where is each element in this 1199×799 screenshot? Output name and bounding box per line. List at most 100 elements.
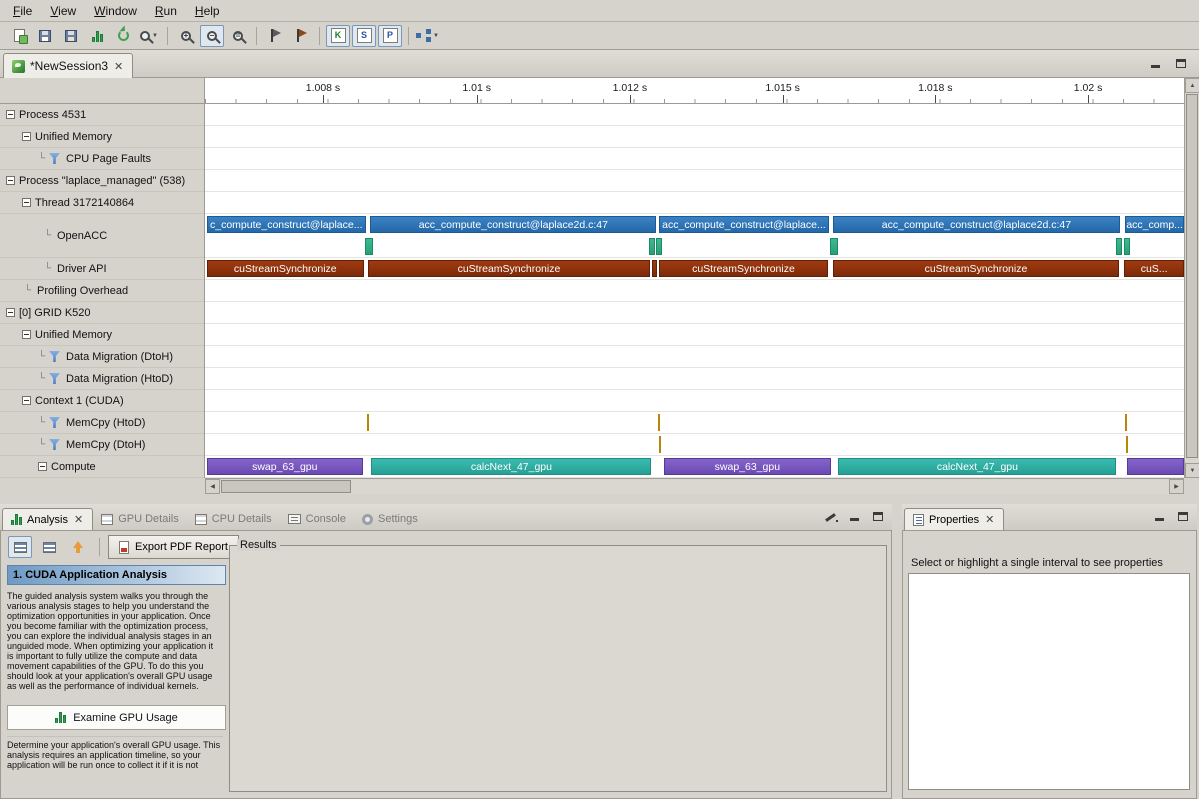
tree-row-unified-memory-host[interactable]: Unified Memory (0, 126, 204, 148)
tree-row-compute[interactable]: Compute (0, 456, 204, 478)
collapse-icon[interactable] (6, 176, 15, 185)
interval-calcnext-47-gpu[interactable]: calcNext_47_gpu (838, 458, 1116, 475)
maximize-button[interactable] (1173, 56, 1189, 70)
interval-custreamsynchronize[interactable]: cuStreamSynchronize (368, 260, 651, 277)
scroll-left-button[interactable]: ◀ (205, 479, 220, 494)
interval-swap-63-gpu[interactable]: swap_63_gpu (664, 458, 830, 475)
interval-marker[interactable] (365, 238, 373, 255)
interval-acc-compute-construct-laplace2d-c-47[interactable]: acc_compute_construct@laplace2d.c:47 (370, 216, 656, 233)
collapse-icon[interactable] (6, 308, 15, 317)
horizontal-sash[interactable] (0, 495, 1199, 504)
interval-acc-compute-construct-laplace[interactable]: acc_compute_construct@laplace... (659, 216, 828, 233)
collapse-icon[interactable] (6, 110, 15, 119)
interval-compute[interactable] (1127, 458, 1184, 475)
tree-row-process-4531[interactable]: Process 4531 (0, 104, 204, 126)
interval-swap-63-gpu[interactable]: swap_63_gpu (207, 458, 363, 475)
menu-view[interactable]: View (41, 1, 85, 21)
tab-gpu-details[interactable]: GPU Details (93, 508, 187, 530)
interval-calcnext-47-gpu[interactable]: calcNext_47_gpu (371, 458, 651, 475)
export-pdf-button[interactable]: Export PDF Report (108, 535, 239, 559)
new-session-button[interactable] (7, 25, 31, 47)
tree-row-process-laplace-managed[interactable]: Process "laplace_managed" (538) (0, 170, 204, 192)
collapse-icon[interactable] (22, 330, 31, 339)
interval-marker[interactable] (1124, 238, 1130, 255)
memcpy-interval[interactable] (367, 414, 369, 431)
guided-analysis-button[interactable] (8, 536, 32, 558)
filter-icon[interactable] (49, 153, 60, 164)
kernel-toggle-button[interactable]: K (326, 25, 350, 47)
filter-icon[interactable] (49, 373, 60, 384)
prev-range-button[interactable] (289, 25, 313, 47)
analysis-mode-button[interactable]: ▼ (415, 25, 440, 47)
interval-custreamsynchronize[interactable]: cuStreamSynchronize (659, 260, 827, 277)
interval-marker[interactable] (1116, 238, 1122, 255)
save-all-button[interactable] (59, 25, 83, 47)
interval-cus[interactable]: cuS... (1124, 260, 1184, 277)
collapse-icon[interactable] (22, 132, 31, 141)
save-session-button[interactable] (33, 25, 57, 47)
stream-toggle-button[interactable]: S (352, 25, 376, 47)
tree-row-grid-k520[interactable]: [0] GRID K520 (0, 302, 204, 324)
interval-c-compute-construct-laplace[interactable]: c_compute_construct@laplace... (207, 216, 366, 233)
tree-row-driver-api[interactable]: └Driver API (0, 258, 204, 280)
collapse-icon[interactable] (22, 198, 31, 207)
tree-row-data-migration-htod[interactable]: └Data Migration (HtoD) (0, 368, 204, 390)
minimize-button[interactable] (846, 509, 862, 523)
interval-custreamsynchronize[interactable]: cuStreamSynchronize (207, 260, 364, 277)
zoom-in-button[interactable]: + (174, 25, 198, 47)
back-to-parent-button[interactable] (66, 536, 90, 558)
collapse-icon[interactable] (22, 396, 31, 405)
interval-custreamsynchronize[interactable]: cuStreamSynchronize (833, 260, 1120, 277)
tree-row-data-migration-dtoh[interactable]: └Data Migration (DtoH) (0, 346, 204, 368)
session-tab[interactable]: *NewSession3 ✕ (3, 53, 133, 78)
scroll-right-button[interactable]: ▶ (1169, 479, 1184, 494)
filter-icon[interactable] (49, 439, 60, 450)
tab-console[interactable]: Console (280, 508, 354, 530)
memcpy-interval[interactable] (659, 436, 661, 453)
tree-row-cpu-page-faults[interactable]: └CPU Page Faults (0, 148, 204, 170)
interval-acc-compute-construct-laplace2d-c-47[interactable]: acc_compute_construct@laplace2d.c:47 (833, 216, 1121, 233)
timeline-ruler[interactable]: 1.008 s1.01 s1.012 s1.015 s1.018 s1.02 s (205, 78, 1184, 104)
zoom-fit-button[interactable]: = (226, 25, 250, 47)
tree-row-context-1-cuda[interactable]: Context 1 (CUDA) (0, 390, 204, 412)
tree-row-openacc[interactable]: └OpenACC (0, 214, 204, 258)
vertical-scroll-thumb[interactable] (1186, 94, 1198, 458)
maximize-button[interactable] (1175, 509, 1191, 523)
scroll-down-button[interactable]: ▼ (1185, 463, 1199, 478)
maximize-button[interactable] (870, 509, 886, 523)
tree-row-memcpy-htod[interactable]: └MemCpy (HtoD) (0, 412, 204, 434)
menu-help[interactable]: Help (186, 1, 229, 21)
unguided-analysis-button[interactable] (37, 536, 61, 558)
filter-icon[interactable] (49, 417, 60, 428)
tab-cpu-details[interactable]: CPU Details (187, 508, 280, 530)
pencil-icon[interactable] (825, 510, 838, 523)
profile-application-button[interactable] (85, 25, 109, 47)
interval-marker[interactable] (656, 238, 662, 255)
interval-marker[interactable] (649, 238, 655, 255)
memcpy-interval[interactable] (658, 414, 660, 431)
tree-row-unified-memory-gpu[interactable]: Unified Memory (0, 324, 204, 346)
close-icon[interactable]: ✕ (73, 513, 84, 526)
reset-button[interactable] (111, 25, 135, 47)
menu-window[interactable]: Window (85, 1, 146, 21)
tree-row-memcpy-dtoh[interactable]: └MemCpy (DtoH) (0, 434, 204, 456)
horizontal-scrollbar[interactable]: ◀ ▶ (205, 478, 1184, 494)
minimize-button[interactable] (1151, 509, 1167, 523)
menu-file[interactable]: File (4, 1, 41, 21)
tab-analysis[interactable]: Analysis ✕ (2, 508, 93, 530)
scroll-up-button[interactable]: ▲ (1185, 78, 1199, 93)
interval-marker[interactable] (830, 238, 839, 255)
tab-settings[interactable]: Settings (354, 508, 426, 530)
memcpy-interval[interactable] (1125, 414, 1127, 431)
vertical-sash[interactable] (892, 504, 902, 799)
tab-properties[interactable]: Properties ✕ (904, 508, 1004, 530)
timeline-canvas[interactable]: c_compute_construct@laplace...acc_comput… (205, 104, 1184, 478)
close-icon[interactable]: ✕ (984, 513, 995, 526)
minimize-button[interactable] (1147, 56, 1163, 70)
interval-acc-comp[interactable]: acc_comp... (1125, 216, 1184, 233)
tree-row-profiling-overhead[interactable]: └Profiling Overhead (0, 280, 204, 302)
interval-driver-api[interactable] (652, 260, 657, 277)
filter-icon[interactable] (49, 351, 60, 362)
memcpy-interval[interactable] (1126, 436, 1128, 453)
collapse-icon[interactable] (38, 462, 47, 471)
